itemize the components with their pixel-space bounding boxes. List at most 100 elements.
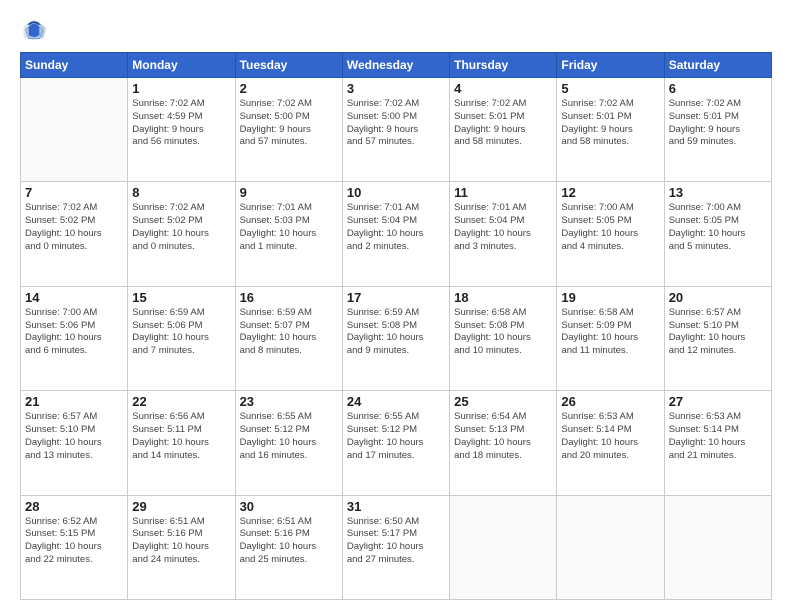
calendar-cell: 23Sunrise: 6:55 AMSunset: 5:12 PMDayligh… — [235, 391, 342, 495]
day-number: 16 — [240, 290, 338, 305]
header — [20, 16, 772, 44]
day-info: Sunrise: 7:02 AMSunset: 5:01 PMDaylight:… — [454, 98, 552, 149]
day-number: 22 — [132, 394, 230, 409]
calendar-cell: 3 Sunrise: 7:02 AMSunset: 5:00 PMDaylight… — [342, 78, 449, 182]
day-info: Sunrise: 7:01 AMSunset: 5:04 PMDaylight:… — [454, 202, 552, 253]
day-number: 19 — [561, 290, 659, 305]
calendar-cell: 6 Sunrise: 7:02 AMSunset: 5:01 PMDaylight… — [664, 78, 771, 182]
day-info: Sunrise: 7:02 AMSunset: 5:02 PMDaylight:… — [132, 202, 230, 253]
day-number: 13 — [669, 185, 767, 200]
calendar-cell — [21, 78, 128, 182]
weekday-header-saturday: Saturday — [664, 53, 771, 78]
day-info: Sunrise: 6:57 AMSunset: 5:10 PMDaylight:… — [25, 411, 123, 462]
calendar-cell: 18 Sunrise: 6:58 AMSunset: 5:08 PMDayligh… — [450, 286, 557, 390]
day-info: Sunrise: 6:59 AMSunset: 5:08 PMDaylight:… — [347, 307, 445, 358]
calendar-week-row: 21 Sunrise: 6:57 AMSunset: 5:10 PMDayligh… — [21, 391, 772, 495]
calendar-week-row: 1 Sunrise: 7:02 AMSunset: 4:59 PMDaylight… — [21, 78, 772, 182]
calendar-cell: 21 Sunrise: 6:57 AMSunset: 5:10 PMDayligh… — [21, 391, 128, 495]
calendar-week-row: 28 Sunrise: 6:52 AMSunset: 5:15 PMDayligh… — [21, 495, 772, 599]
day-number: 17 — [347, 290, 445, 305]
day-number: 28 — [25, 499, 123, 514]
day-info: Sunrise: 6:58 AMSunset: 5:09 PMDaylight:… — [561, 307, 659, 358]
weekday-header-friday: Friday — [557, 53, 664, 78]
day-number: 11 — [454, 185, 552, 200]
calendar-week-row: 7 Sunrise: 7:02 AMSunset: 5:02 PMDaylight… — [21, 182, 772, 286]
day-number: 5 — [561, 81, 659, 96]
calendar-week-row: 14 Sunrise: 7:00 AMSunset: 5:06 PMDayligh… — [21, 286, 772, 390]
day-info: Sunrise: 6:50 AMSunset: 5:17 PMDaylight:… — [347, 516, 445, 567]
weekday-header-monday: Monday — [128, 53, 235, 78]
day-info: Sunrise: 7:02 AMSunset: 5:00 PMDaylight:… — [240, 98, 338, 149]
calendar-cell: 24 Sunrise: 6:55 AMSunset: 5:12 PMDayligh… — [342, 391, 449, 495]
day-number: 25 — [454, 394, 552, 409]
day-number: 20 — [669, 290, 767, 305]
day-info: Sunrise: 6:56 AMSunset: 5:11 PMDaylight:… — [132, 411, 230, 462]
day-info: Sunrise: 6:53 AMSunset: 5:14 PMDaylight:… — [669, 411, 767, 462]
day-number: 29 — [132, 499, 230, 514]
calendar-cell: 30 Sunrise: 6:51 AMSunset: 5:16 PMDayligh… — [235, 495, 342, 599]
day-number: 30 — [240, 499, 338, 514]
calendar-cell: 15Sunrise: 6:59 AMSunset: 5:06 PMDayligh… — [128, 286, 235, 390]
day-number: 24 — [347, 394, 445, 409]
calendar-cell: 29Sunrise: 6:51 AMSunset: 5:16 PMDayligh… — [128, 495, 235, 599]
day-info: Sunrise: 7:01 AMSunset: 5:03 PMDaylight:… — [240, 202, 338, 253]
calendar-cell: 16 Sunrise: 6:59 AMSunset: 5:07 PMDayligh… — [235, 286, 342, 390]
calendar-cell: 14 Sunrise: 7:00 AMSunset: 5:06 PMDayligh… — [21, 286, 128, 390]
calendar-cell: 7Sunrise: 7:02 AMSunset: 5:02 PMDaylight… — [21, 182, 128, 286]
calendar-cell: 4Sunrise: 7:02 AMSunset: 5:01 PMDaylight… — [450, 78, 557, 182]
day-number: 14 — [25, 290, 123, 305]
weekday-header-tuesday: Tuesday — [235, 53, 342, 78]
day-number: 1 — [132, 81, 230, 96]
day-info: Sunrise: 6:58 AMSunset: 5:08 PMDaylight:… — [454, 307, 552, 358]
day-info: Sunrise: 6:59 AMSunset: 5:07 PMDaylight:… — [240, 307, 338, 358]
day-number: 27 — [669, 394, 767, 409]
day-number: 12 — [561, 185, 659, 200]
logo — [20, 16, 52, 44]
calendar-cell: 2 Sunrise: 7:02 AMSunset: 5:00 PMDaylight… — [235, 78, 342, 182]
day-info: Sunrise: 7:00 AMSunset: 5:05 PMDaylight:… — [561, 202, 659, 253]
day-number: 18 — [454, 290, 552, 305]
calendar-cell: 27 Sunrise: 6:53 AMSunset: 5:14 PMDayligh… — [664, 391, 771, 495]
calendar-cell: 26Sunrise: 6:53 AMSunset: 5:14 PMDayligh… — [557, 391, 664, 495]
calendar-cell: 19 Sunrise: 6:58 AMSunset: 5:09 PMDayligh… — [557, 286, 664, 390]
weekday-header-row: SundayMondayTuesdayWednesdayThursdayFrid… — [21, 53, 772, 78]
day-info: Sunrise: 7:02 AMSunset: 5:00 PMDaylight:… — [347, 98, 445, 149]
day-info: Sunrise: 7:02 AMSunset: 5:01 PMDaylight:… — [669, 98, 767, 149]
day-info: Sunrise: 7:00 AMSunset: 5:06 PMDaylight:… — [25, 307, 123, 358]
day-info: Sunrise: 6:51 AMSunset: 5:16 PMDaylight:… — [240, 516, 338, 567]
day-info: Sunrise: 6:54 AMSunset: 5:13 PMDaylight:… — [454, 411, 552, 462]
calendar-cell: 22 Sunrise: 6:56 AMSunset: 5:11 PMDayligh… — [128, 391, 235, 495]
calendar-cell: 13 Sunrise: 7:00 AMSunset: 5:05 PMDayligh… — [664, 182, 771, 286]
calendar-cell: 1 Sunrise: 7:02 AMSunset: 4:59 PMDaylight… — [128, 78, 235, 182]
day-number: 3 — [347, 81, 445, 96]
day-info: Sunrise: 7:00 AMSunset: 5:05 PMDaylight:… — [669, 202, 767, 253]
day-number: 7 — [25, 185, 123, 200]
day-number: 8 — [132, 185, 230, 200]
calendar-cell: 8 Sunrise: 7:02 AMSunset: 5:02 PMDaylight… — [128, 182, 235, 286]
weekday-header-sunday: Sunday — [21, 53, 128, 78]
calendar-table: SundayMondayTuesdayWednesdayThursdayFrid… — [20, 52, 772, 600]
weekday-header-thursday: Thursday — [450, 53, 557, 78]
day-info: Sunrise: 6:55 AMSunset: 5:12 PMDaylight:… — [240, 411, 338, 462]
calendar-cell — [450, 495, 557, 599]
day-info: Sunrise: 7:01 AMSunset: 5:04 PMDaylight:… — [347, 202, 445, 253]
day-info: Sunrise: 6:52 AMSunset: 5:15 PMDaylight:… — [25, 516, 123, 567]
day-number: 21 — [25, 394, 123, 409]
day-info: Sunrise: 6:55 AMSunset: 5:12 PMDaylight:… — [347, 411, 445, 462]
day-number: 9 — [240, 185, 338, 200]
day-number: 6 — [669, 81, 767, 96]
calendar-cell: 28 Sunrise: 6:52 AMSunset: 5:15 PMDayligh… — [21, 495, 128, 599]
calendar-cell: 9 Sunrise: 7:01 AMSunset: 5:03 PMDaylight… — [235, 182, 342, 286]
page: SundayMondayTuesdayWednesdayThursdayFrid… — [0, 0, 792, 612]
day-info: Sunrise: 7:02 AMSunset: 5:01 PMDaylight:… — [561, 98, 659, 149]
day-info: Sunrise: 7:02 AMSunset: 4:59 PMDaylight:… — [132, 98, 230, 149]
calendar-cell: 11 Sunrise: 7:01 AMSunset: 5:04 PMDayligh… — [450, 182, 557, 286]
calendar-cell: 20Sunrise: 6:57 AMSunset: 5:10 PMDayligh… — [664, 286, 771, 390]
weekday-header-wednesday: Wednesday — [342, 53, 449, 78]
calendar-cell: 12 Sunrise: 7:00 AMSunset: 5:05 PMDayligh… — [557, 182, 664, 286]
day-number: 15 — [132, 290, 230, 305]
day-number: 2 — [240, 81, 338, 96]
calendar-cell: 17 Sunrise: 6:59 AMSunset: 5:08 PMDayligh… — [342, 286, 449, 390]
day-number: 26 — [561, 394, 659, 409]
calendar-cell — [664, 495, 771, 599]
